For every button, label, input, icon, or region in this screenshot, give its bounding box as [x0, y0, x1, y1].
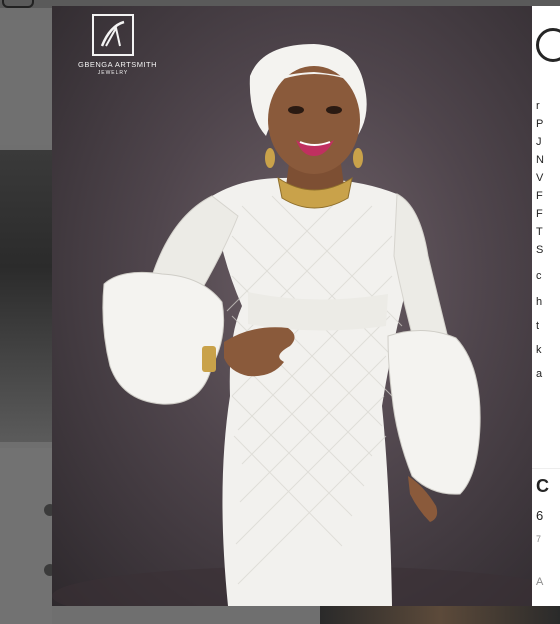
like-count[interactable]: 6	[536, 508, 543, 523]
logo-mark-icon	[92, 14, 134, 56]
caption-line: F	[536, 208, 543, 220]
caption-line: T	[536, 226, 543, 238]
caption-line: h	[536, 296, 543, 308]
caption-line: c	[536, 270, 542, 282]
caption-line: t	[536, 320, 540, 332]
post-image[interactable]: GBENGA ARTSMITH JEWELRY	[52, 6, 532, 606]
feed-thumbnail[interactable]	[320, 604, 560, 624]
logo-subtitle: JEWELRY	[97, 70, 129, 76]
profile-avatar[interactable]	[536, 28, 560, 62]
post-modal: GBENGA ARTSMITH JEWELRY r P J N V F F T …	[52, 6, 560, 606]
caption-line: a	[536, 368, 543, 380]
feed-thumbnail[interactable]	[0, 448, 52, 624]
inbox-icon[interactable]	[2, 0, 34, 8]
caption-line: S	[536, 244, 544, 256]
caption-line: P	[536, 118, 544, 130]
caption-line: r	[536, 100, 540, 112]
brand-logo: GBENGA ARTSMITH JEWELRY	[78, 14, 158, 76]
logo-name: GBENGA ARTSMITH	[78, 60, 158, 69]
divider	[532, 468, 560, 469]
caption-line: k	[536, 344, 542, 356]
caption-line: J	[536, 136, 542, 148]
post-side-panel: r P J N V F F T S c h t k a C 6 7 A	[532, 6, 560, 606]
feed-thumbnail[interactable]	[0, 150, 52, 442]
feed-thumbnail[interactable]	[0, 20, 52, 145]
caption-line: V	[536, 172, 544, 184]
like-button[interactable]: C	[536, 476, 549, 497]
portrait-illustration	[52, 44, 532, 606]
caption-line: N	[536, 154, 544, 166]
post-timestamp: 7	[536, 534, 542, 544]
caption-line: F	[536, 190, 543, 202]
add-comment-input[interactable]: A	[536, 576, 543, 588]
